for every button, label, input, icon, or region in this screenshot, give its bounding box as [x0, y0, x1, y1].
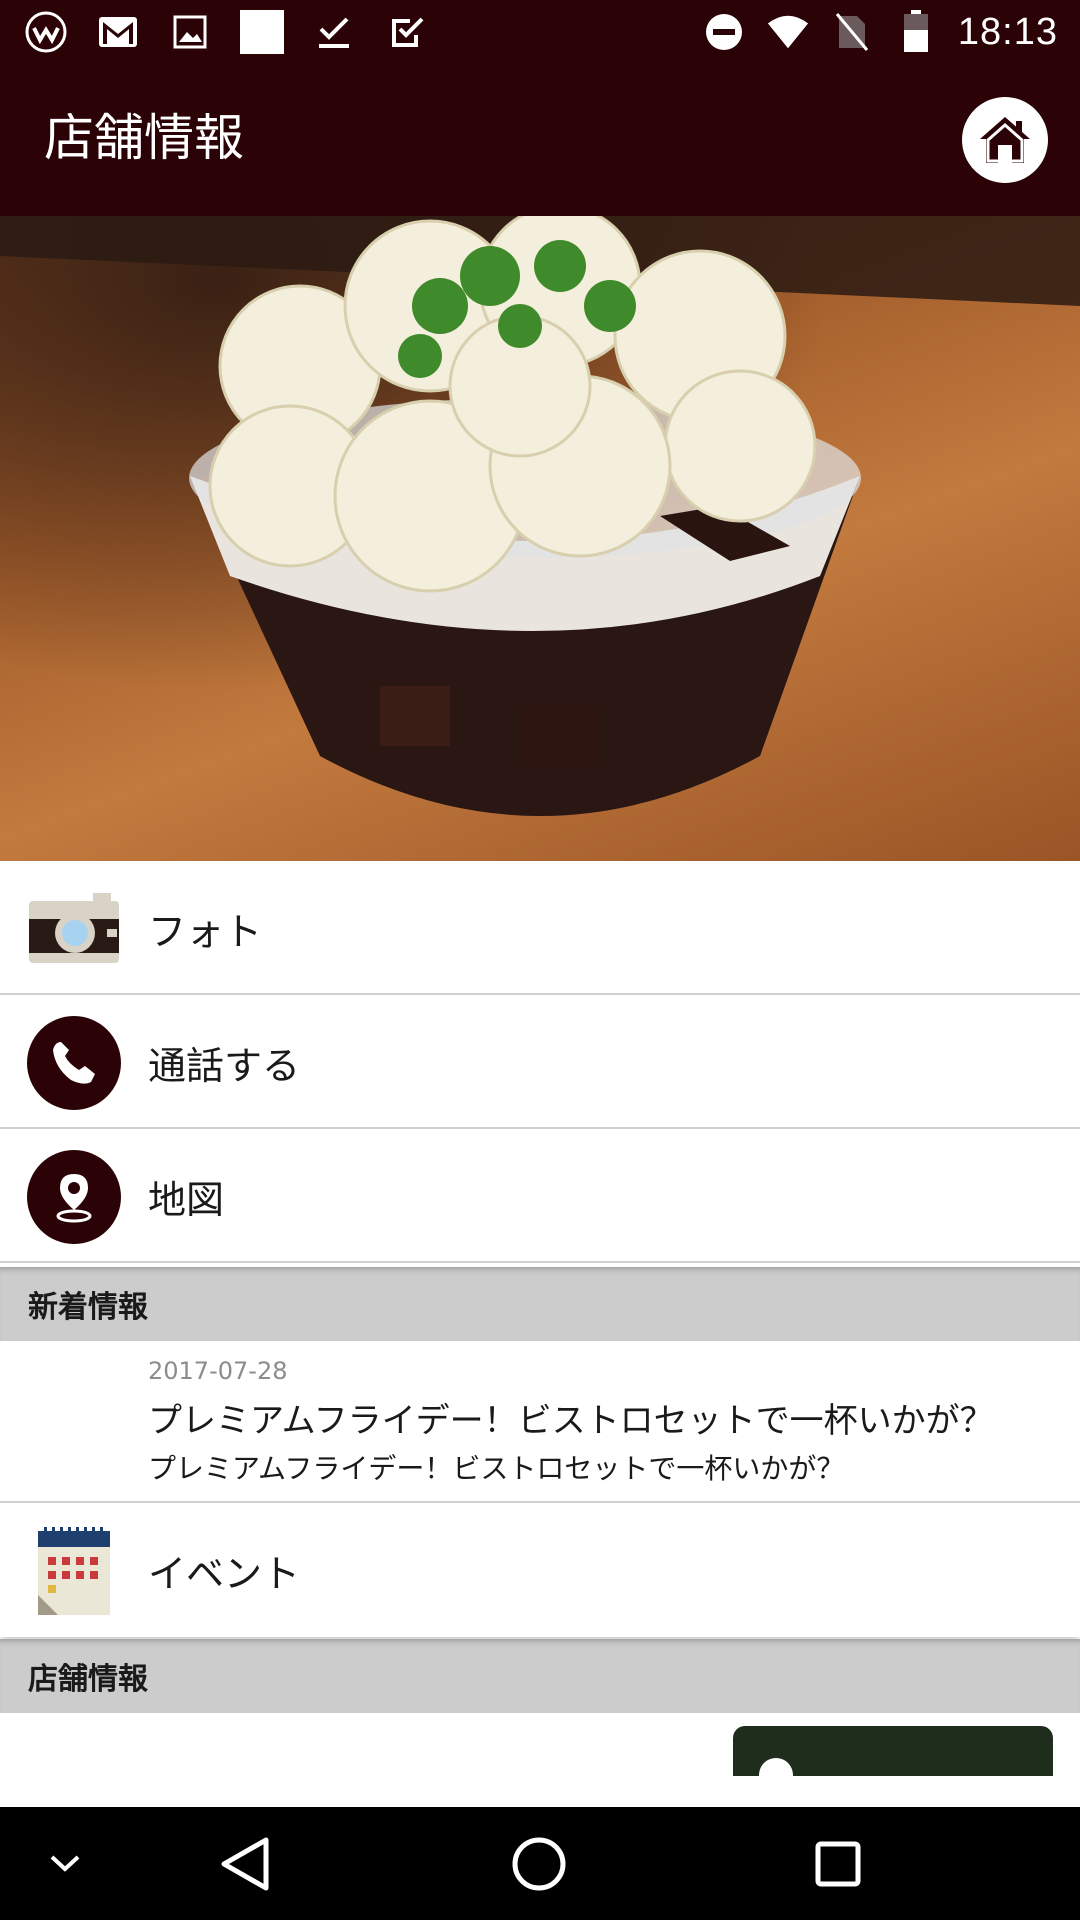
- section-header-store: 店舗情報: [0, 1639, 1080, 1713]
- camera-icon: [26, 881, 122, 977]
- news-title: プレミアムフライデー！ビストロセットで一杯いかが？: [148, 1401, 994, 1441]
- news-body: プレミアムフライデー！ビストロセットで一杯いかが？: [148, 1452, 845, 1485]
- menu-item-label: 通話する: [148, 1043, 301, 1088]
- app-logo-icon: [24, 10, 68, 54]
- menu-item-label: フォト: [148, 909, 263, 954]
- white-square-icon: [240, 10, 284, 54]
- card-badge-icon: [759, 1758, 793, 1776]
- home-button[interactable]: [962, 97, 1048, 183]
- hero-photo[interactable]: [0, 216, 1080, 861]
- home-nav-button[interactable]: [494, 1807, 584, 1920]
- back-button[interactable]: [200, 1807, 290, 1920]
- status-bar: 18:13: [0, 0, 1080, 64]
- calendar-icon: [26, 1523, 122, 1619]
- recents-button[interactable]: [793, 1807, 883, 1920]
- collapse-button[interactable]: [30, 1807, 100, 1920]
- check-icon: [312, 10, 356, 54]
- app-bar: 店舗情報: [0, 64, 1080, 216]
- image-icon: [168, 10, 212, 54]
- phone-icon: [27, 1016, 121, 1110]
- section-header-label: 新着情報: [28, 1290, 148, 1325]
- page-title: 店舗情報: [44, 109, 244, 167]
- do-not-disturb-icon: [702, 10, 746, 54]
- clock: 18:13: [957, 10, 1058, 53]
- recents-icon: [815, 1841, 861, 1886]
- map-pin-icon: [27, 1150, 121, 1244]
- section-header-news: 新着情報: [0, 1267, 1080, 1341]
- floating-card[interactable]: [733, 1726, 1053, 1776]
- menu-item-event[interactable]: イベント: [0, 1503, 1080, 1637]
- menu-item-label: 地図: [148, 1177, 225, 1222]
- mail-icon: [96, 10, 140, 54]
- store-info-content: [0, 1713, 1080, 1807]
- call-icon-wrap: [26, 1015, 122, 1111]
- menu-item-label: イベント: [148, 1551, 301, 1596]
- system-status-icons: 18:13: [702, 8, 1058, 56]
- notification-icons: [24, 8, 428, 56]
- back-icon: [221, 1837, 269, 1890]
- battery-icon: [894, 10, 938, 54]
- news-date: 2017-07-28: [148, 1357, 288, 1385]
- checkbox-icon: [384, 10, 428, 54]
- menu-item-call[interactable]: 通話する: [0, 995, 1080, 1129]
- home-circle-icon: [512, 1837, 566, 1890]
- menu-item-photo[interactable]: フォト: [0, 861, 1080, 995]
- collapse-icon: [50, 1855, 80, 1872]
- map-icon-wrap: [26, 1149, 122, 1245]
- wifi-icon: [766, 10, 810, 54]
- news-item[interactable]: 2017-07-28 プレミアムフライデー！ビストロセットで一杯いかが？ プレミ…: [0, 1341, 1080, 1503]
- menu-item-map[interactable]: 地図: [0, 1129, 1080, 1263]
- no-sim-icon: [830, 10, 874, 54]
- dessert-photo: [0, 216, 1080, 816]
- home-icon: [980, 117, 1030, 163]
- system-nav-bar: [0, 1807, 1080, 1920]
- section-header-label: 店舗情報: [28, 1662, 148, 1697]
